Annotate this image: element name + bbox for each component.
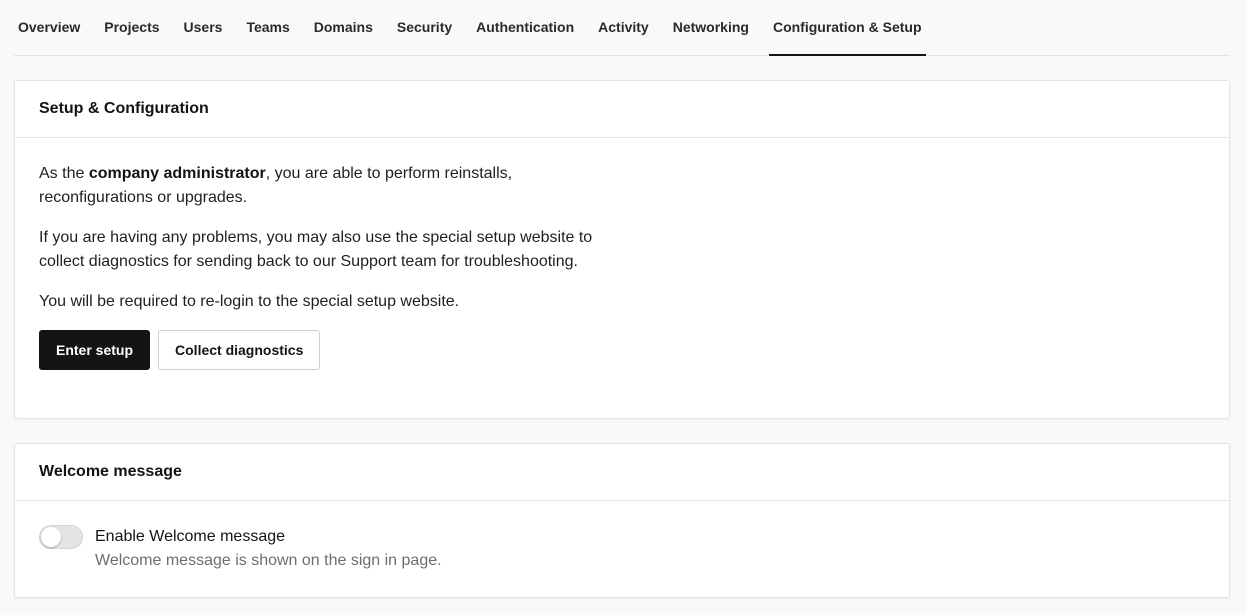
tab-bar: Overview Projects Users Teams Domains Se… — [14, 0, 1230, 56]
welcome-message-toggle[interactable] — [39, 525, 83, 549]
tab-users[interactable]: Users — [180, 0, 227, 55]
tab-projects[interactable]: Projects — [100, 0, 163, 55]
welcome-card-title: Welcome message — [15, 444, 1229, 501]
welcome-toggle-description: Welcome message is shown on the sign in … — [95, 552, 442, 569]
collect-diagnostics-button[interactable]: Collect diagnostics — [158, 330, 321, 370]
tab-overview[interactable]: Overview — [14, 0, 84, 55]
toggle-knob — [41, 527, 61, 547]
setup-actions: Enter setup Collect diagnostics — [39, 330, 1205, 370]
setup-card: Setup & Configuration As the company adm… — [14, 80, 1230, 419]
setup-card-title: Setup & Configuration — [15, 81, 1229, 138]
admin-description: As the company administrator, you are ab… — [39, 162, 619, 210]
tab-label: Teams — [246, 19, 290, 35]
admin-role-text: company administrator — [88, 165, 266, 182]
admin-description-prefix: As the — [39, 165, 89, 182]
tab-activity[interactable]: Activity — [594, 0, 653, 55]
diagnostics-description: If you are having any problems, you may … — [39, 229, 593, 270]
welcome-toggle-label: Enable Welcome message — [95, 528, 286, 545]
tab-label: Users — [183, 19, 223, 35]
welcome-toggle-text: Enable Welcome message Welcome message i… — [95, 525, 442, 573]
tab-security[interactable]: Security — [393, 0, 456, 55]
tab-label: Networking — [672, 19, 749, 35]
setup-card-body: As the company administrator, you are ab… — [15, 138, 1229, 370]
tab-networking[interactable]: Networking — [669, 0, 753, 55]
tab-configuration-setup[interactable]: Configuration & Setup — [768, 0, 926, 56]
enter-setup-button[interactable]: Enter setup — [39, 330, 151, 370]
tab-label: Activity — [598, 19, 649, 35]
tab-label: Projects — [104, 19, 160, 35]
tab-teams[interactable]: Teams — [242, 0, 293, 55]
tab-label: Authentication — [476, 19, 575, 35]
relogin-note: You will be required to re-login to the … — [39, 293, 460, 310]
tab-authentication[interactable]: Authentication — [472, 0, 578, 55]
tab-domains[interactable]: Domains — [310, 0, 377, 55]
tab-label: Configuration & Setup — [772, 19, 922, 35]
tab-label: Overview — [18, 19, 81, 35]
welcome-toggle-row: Enable Welcome message Welcome message i… — [15, 501, 1229, 573]
page: Overview Projects Users Teams Domains Se… — [0, 0, 1247, 615]
tab-label: Security — [396, 19, 453, 35]
tab-label: Domains — [313, 19, 373, 35]
welcome-card: Welcome message Enable Welcome message W… — [14, 443, 1230, 598]
